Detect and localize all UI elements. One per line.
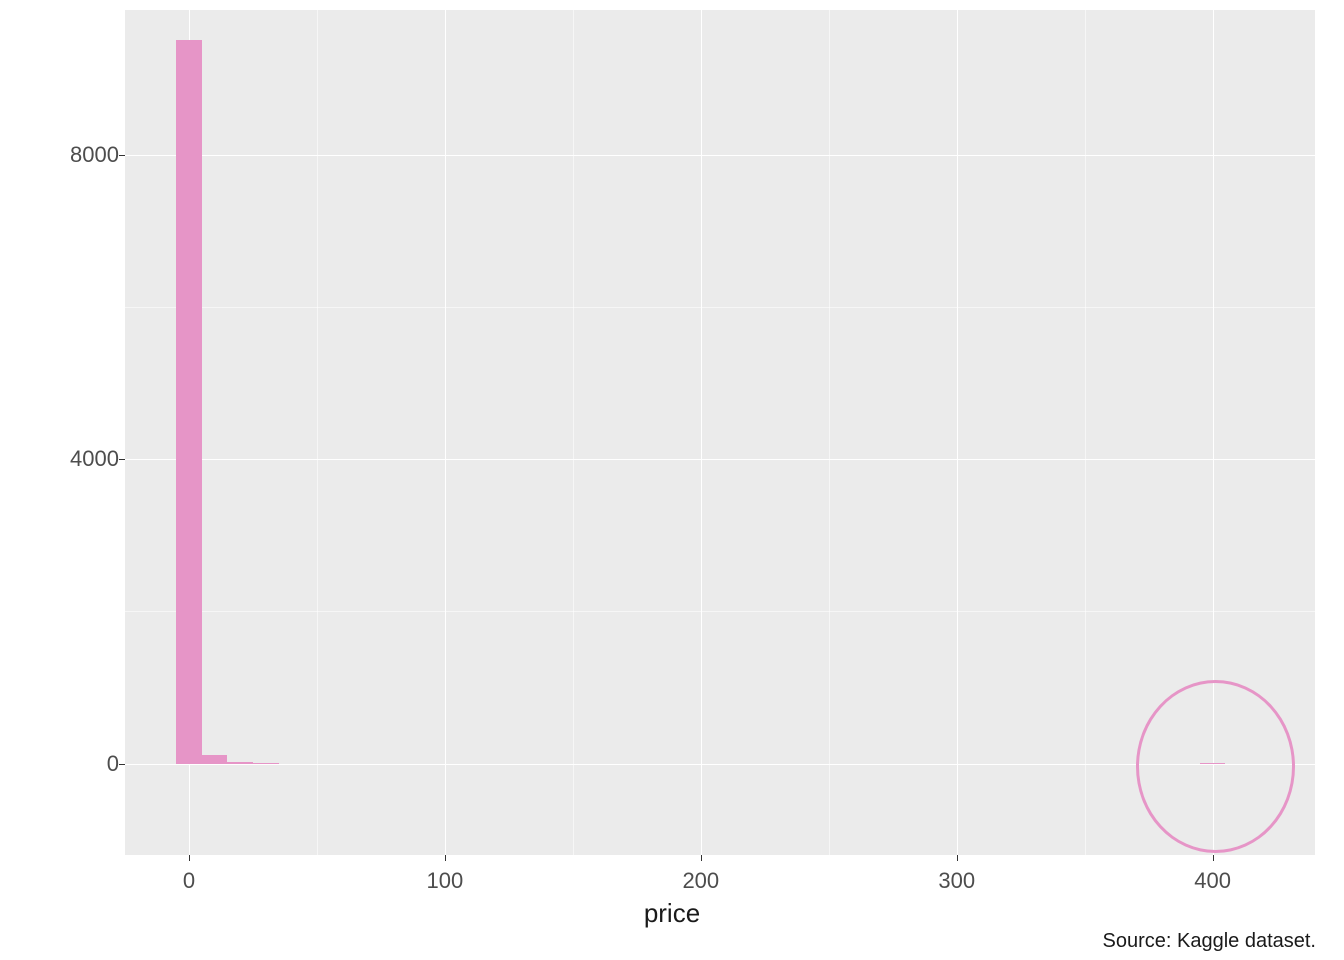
x-tick-mark [957, 855, 958, 861]
x-tick-mark [189, 855, 190, 861]
x-tick-label: 0 [183, 868, 195, 894]
annotation-ellipse [1136, 680, 1296, 853]
gridline-horizontal [125, 155, 1315, 156]
x-axis-label: price [0, 898, 1344, 929]
histogram-bar [253, 763, 279, 764]
plot-panel [125, 10, 1315, 855]
x-tick-label: 100 [427, 868, 464, 894]
y-tick-label: 8000 [29, 142, 119, 168]
gridline-vertical [445, 10, 446, 855]
x-tick-mark [701, 855, 702, 861]
gridline-vertical-minor [317, 10, 318, 855]
x-tick-label: 200 [682, 868, 719, 894]
x-tick-label: 400 [1194, 868, 1231, 894]
histogram-bar [176, 40, 202, 763]
gridline-horizontal [125, 459, 1315, 460]
x-tick-mark [1213, 855, 1214, 861]
y-tick-mark [119, 155, 125, 156]
y-tick-mark [119, 459, 125, 460]
y-tick-label: 4000 [29, 446, 119, 472]
histogram-bar [202, 755, 228, 764]
y-tick-label: 0 [29, 751, 119, 777]
gridline-vertical [957, 10, 958, 855]
gridline-horizontal-minor [125, 611, 1315, 612]
gridline-vertical-minor [573, 10, 574, 855]
gridline-vertical [701, 10, 702, 855]
histogram-chart: 0 4000 8000 0 100 200 300 400 price Sour… [0, 0, 1344, 960]
gridline-vertical-minor [829, 10, 830, 855]
y-tick-mark [119, 764, 125, 765]
chart-caption: Source: Kaggle dataset. [1103, 930, 1316, 953]
gridline-horizontal-minor [125, 307, 1315, 308]
histogram-bar [227, 762, 253, 764]
x-tick-mark [445, 855, 446, 861]
x-tick-label: 300 [938, 868, 975, 894]
gridline-vertical-minor [1085, 10, 1086, 855]
